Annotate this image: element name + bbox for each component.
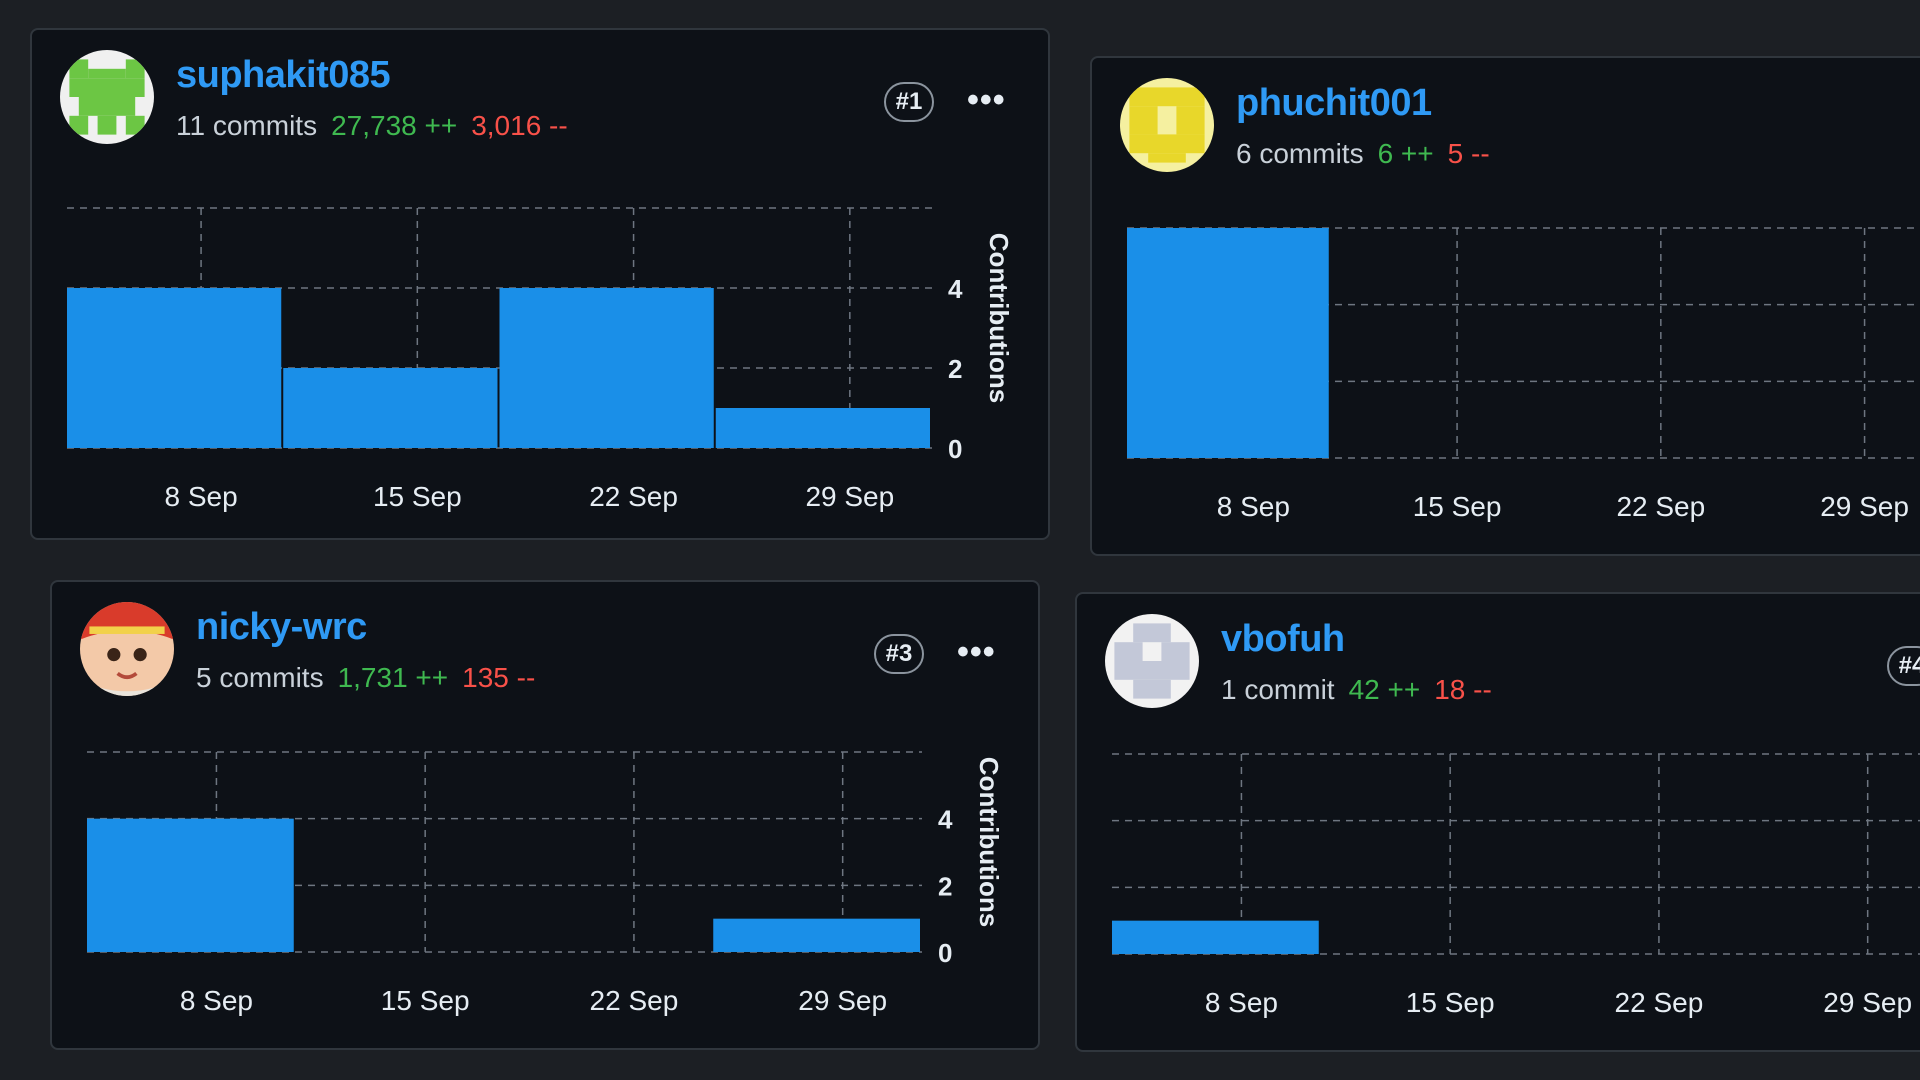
contributor-stats: 11 commits 27,738 ++ 3,016 -- — [176, 110, 568, 142]
identicon-yellow-avatar-icon[interactable] — [1120, 78, 1214, 172]
y-tick-label: 0 — [938, 938, 952, 968]
more-options-icon[interactable]: ••• — [957, 632, 996, 672]
deletions-count: 135 -- — [462, 662, 536, 693]
contributor-username[interactable]: vbofuh — [1221, 618, 1345, 661]
contributions-chart: 8 Sep 15 Sep 22 Sep 29 Sep 0 2 4 Contributions — [67, 207, 1014, 512]
contributor-stats: 1 commit 42 ++ 18 -- — [1221, 674, 1492, 706]
x-tick-label: 22 Sep — [1616, 491, 1705, 522]
y-tick-label: 2 — [948, 354, 962, 384]
y-tick-label: 0 — [948, 434, 962, 464]
contribution-bar — [715, 408, 930, 448]
commit-count[interactable]: 5 commits — [196, 662, 324, 693]
x-tick-label: 22 Sep — [1615, 987, 1704, 1018]
additions-count: 27,738 ++ — [331, 110, 458, 141]
rank-badge[interactable]: #3 — [874, 634, 924, 674]
x-tick-label: 22 Sep — [589, 481, 678, 512]
contributor-username[interactable]: nicky-wrc — [196, 606, 367, 649]
contributor-card: suphakit085 11 commits 27,738 ++ 3,016 -- … — [30, 28, 1050, 540]
more-options-icon[interactable]: ••• — [967, 80, 1006, 120]
contribution-bar — [499, 288, 714, 448]
x-tick-label: 29 Sep — [1820, 491, 1909, 522]
x-tick-label: 15 Sep — [1406, 987, 1495, 1018]
y-tick-label: 2 — [938, 871, 952, 901]
deletions-count: 3,016 -- — [471, 110, 568, 141]
contributor-username[interactable]: suphakit085 — [176, 54, 391, 97]
contributor-username[interactable]: phuchit001 — [1236, 82, 1432, 125]
deletions-count: 5 -- — [1447, 138, 1490, 169]
x-tick-label: 22 Sep — [590, 985, 679, 1016]
rank-badge[interactable]: #1 — [884, 82, 934, 122]
anime-character-avatar-icon[interactable] — [80, 602, 174, 696]
rank-badge[interactable]: #4 — [1887, 646, 1920, 686]
contributor-stats: 5 commits 1,731 ++ 135 -- — [196, 662, 535, 694]
contribution-bar — [283, 368, 498, 448]
x-tick-label: 8 Sep — [164, 481, 237, 512]
contribution-bar — [1112, 920, 1319, 954]
x-tick-label: 15 Sep — [373, 481, 462, 512]
contribution-bar — [713, 918, 920, 952]
identicon-green-avatar-icon[interactable] — [60, 50, 154, 144]
contributor-card: phuchit001 6 commits6 ++5 -- #2 8 Sep15 … — [1090, 56, 1920, 556]
deletions-count: 18 -- — [1434, 674, 1492, 705]
x-tick-label: 29 Sep — [798, 985, 887, 1016]
contributions-chart: 8 Sep 15 Sep 22 Sep 29 Sep 0 2 4 Contributions — [87, 751, 1004, 1016]
identicon-gray-avatar-icon[interactable] — [1105, 614, 1199, 708]
x-tick-label: 8 Sep — [1217, 491, 1290, 522]
contributor-card: vbofuh 1 commit 42 ++ 18 -- #4 8 Sep 15 Sep… — [1075, 592, 1920, 1052]
x-tick-label: 15 Sep — [381, 985, 470, 1016]
contributor-stats: 6 commits 6 ++ 5 -- — [1236, 138, 1490, 170]
additions-count: 1,731 ++ — [337, 662, 449, 693]
contribution-bar — [1127, 228, 1329, 458]
commit-count[interactable]: 1 commit — [1221, 674, 1335, 705]
commit-count[interactable]: 11 commits — [176, 110, 317, 141]
x-tick-label: 8 Sep — [180, 985, 253, 1016]
x-tick-label: 29 Sep — [805, 481, 894, 512]
y-tick-label: 4 — [938, 805, 953, 835]
contributors-grid: suphakit085 11 commits 27,738 ++ 3,016 -- … — [0, 0, 1920, 1080]
x-tick-label: 15 Sep — [1413, 491, 1502, 522]
x-tick-label: 8 Sep — [1205, 987, 1278, 1018]
contributions-chart: 8 Sep 15 Sep 22 Sep 29 Sep — [1112, 753, 1920, 1018]
additions-count: 6 ++ — [1377, 138, 1434, 169]
y-axis-label: Contributions — [984, 233, 1014, 403]
y-tick-label: 4 — [948, 274, 963, 304]
contribution-bar — [87, 818, 294, 952]
x-tick-label: 29 Sep — [1823, 987, 1912, 1018]
contribution-bar — [67, 288, 282, 448]
commit-count[interactable]: 6 commits — [1236, 138, 1364, 169]
additions-count: 42 ++ — [1348, 674, 1421, 705]
y-axis-label: Contributions — [974, 757, 1004, 927]
contributor-card: nicky-wrc 5 commits 1,731 ++ 135 -- #3 •••… — [50, 580, 1040, 1050]
contributions-chart: 8 Sep 15 Sep 22 Sep 29 Sep — [1127, 227, 1920, 522]
